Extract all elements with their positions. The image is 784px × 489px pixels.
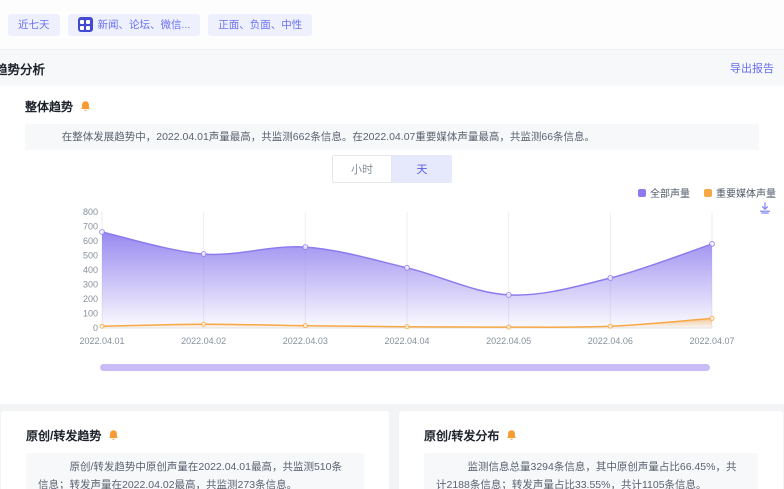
svg-text:200: 200 [83, 294, 98, 304]
svg-text:2022.04.05: 2022.04.05 [486, 336, 531, 346]
page-title: 趋势分析 [0, 59, 45, 78]
toggle-hour[interactable]: 小时 [332, 155, 392, 183]
svg-text:800: 800 [83, 207, 98, 217]
sources-grid-icon [78, 17, 93, 32]
svg-text:2022.04.06: 2022.04.06 [588, 336, 633, 346]
filter-chip-sentiment[interactable]: 正面、负面、中性 [208, 14, 312, 36]
export-report-link[interactable]: 导出报告 [730, 60, 774, 76]
overall-trend-card: 整体趋势 在整体发展趋势中，2022.04.01声量最高，共监测662条信息。在… [0, 86, 784, 404]
card-title: 原创/转发趋势 [26, 427, 101, 444]
filter-chip-sources[interactable]: 新闻、论坛、微信... [68, 14, 201, 36]
filter-chip-label: 新闻、论坛、微信... [98, 17, 191, 32]
card-summary: 原创/转发趋势中原创声量在2022.04.01最高，共监测510条信息；转发声量… [26, 453, 364, 489]
legend-swatch [704, 189, 712, 197]
svg-text:2022.04.02: 2022.04.02 [181, 336, 226, 346]
filter-chip-label: 正面、负面、中性 [218, 17, 302, 32]
svg-text:300: 300 [83, 280, 98, 290]
bottom-cards-row: 原创/转发趋势 原创/转发趋势中原创声量在2022.04.01最高，共监测510… [0, 410, 784, 489]
filter-chip-time-range[interactable]: 近七天 [8, 14, 60, 36]
svg-text:600: 600 [83, 236, 98, 246]
bell-icon [107, 429, 120, 442]
card-summary: 监测信息总量3294条信息，其中原创声量占比66.45%，共计2188条信息；转… [424, 453, 758, 489]
svg-text:400: 400 [83, 265, 98, 275]
svg-text:700: 700 [83, 222, 98, 232]
legend-item-media-volume[interactable]: 重要媒体声量 [704, 185, 776, 200]
legend-swatch [638, 189, 646, 197]
svg-text:500: 500 [83, 251, 98, 261]
svg-text:2022.04.07: 2022.04.07 [689, 336, 734, 346]
card-original-repost-distribution: 原创/转发分布 监测信息总量3294条信息，其中原创声量占比66.45%，共计2… [398, 410, 784, 489]
filter-chip-label: 近七天 [18, 17, 50, 32]
chart-legend: 全部声量 重要媒体声量 [638, 185, 776, 200]
bell-icon [505, 429, 518, 442]
section-header: 趋势分析 导出报告 [0, 50, 784, 86]
granularity-toggle: 小时 天 [332, 155, 452, 183]
card-original-repost-trend: 原创/转发趋势 原创/转发趋势中原创声量在2022.04.01最高，共监测510… [0, 410, 390, 489]
svg-text:100: 100 [83, 309, 98, 319]
datazoom-slider[interactable] [100, 364, 710, 371]
filter-bar: 近七天 新闻、论坛、微信... 正面、负面、中性 [0, 0, 784, 50]
bell-icon [79, 100, 92, 113]
trend-analysis-page: 近七天 新闻、论坛、微信... 正面、负面、中性 趋势分析 导出报告 整体趋势 … [0, 0, 784, 489]
card-title: 原创/转发分布 [424, 427, 499, 444]
toggle-day[interactable]: 天 [392, 155, 452, 183]
trend-summary: 在整体发展趋势中，2022.04.01声量最高，共监测662条信息。在2022.… [25, 124, 759, 150]
svg-text:2022.04.04: 2022.04.04 [384, 336, 429, 346]
svg-text:0: 0 [93, 323, 98, 333]
svg-text:2022.04.01: 2022.04.01 [79, 336, 124, 346]
legend-item-total-volume[interactable]: 全部声量 [638, 185, 690, 200]
legend-label: 全部声量 [650, 185, 690, 200]
overall-trend-title: 整体趋势 [25, 98, 73, 115]
trend-area-chart[interactable]: 0 100 200 300 400 500 600 700 800 2022.04.01 2022.… [78, 204, 778, 350]
legend-label: 重要媒体声量 [716, 185, 776, 200]
svg-text:2022.04.03: 2022.04.03 [283, 336, 328, 346]
